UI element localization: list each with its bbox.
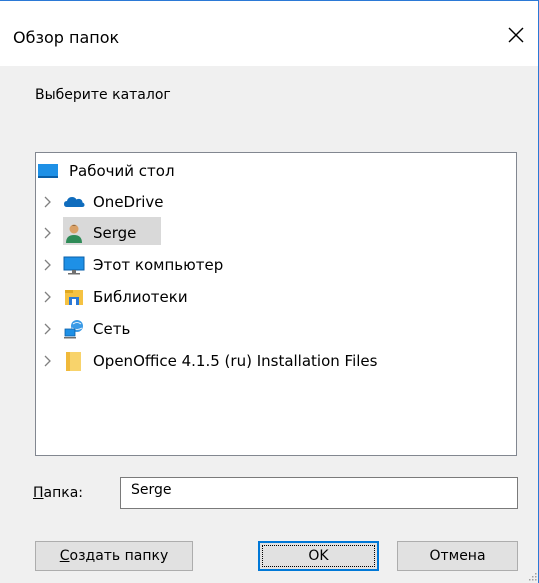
instruction-text: Выберите каталог xyxy=(35,87,171,103)
folder-tree[interactable]: Рабочий стол OneDrive Serge Этот компьют… xyxy=(35,152,517,456)
focus-rect xyxy=(262,545,375,567)
ok-button[interactable]: OK xyxy=(258,541,379,571)
user-icon xyxy=(66,224,82,243)
network-icon xyxy=(64,320,83,339)
tree-item-label: Рабочий стол xyxy=(69,162,175,180)
tree-item-label: Библиотеки xyxy=(93,288,188,306)
title-bar[interactable]: Обзор папок xyxy=(0,0,539,66)
chevron-right-icon[interactable] xyxy=(43,354,53,368)
tree-item-network[interactable]: Сеть xyxy=(43,315,132,343)
tree-item-openoffice-folder[interactable]: OpenOffice 4.1.5 (ru) Installation Files xyxy=(43,347,379,375)
desktop-icon xyxy=(38,164,58,178)
tree-item-label: OneDrive xyxy=(93,193,164,211)
tree-item-onedrive[interactable]: OneDrive xyxy=(43,188,166,216)
create-folder-accesskey: С xyxy=(59,548,70,564)
chevron-right-icon[interactable] xyxy=(43,195,53,209)
chevron-right-icon[interactable] xyxy=(43,290,53,304)
onedrive-cloud-icon xyxy=(64,197,85,207)
create-folder-button[interactable]: Создать папку xyxy=(35,541,193,571)
folder-field-label: Папка: xyxy=(33,485,83,501)
chevron-right-icon[interactable] xyxy=(43,322,53,336)
folder-label-accesskey: П xyxy=(33,485,44,501)
chevron-right-icon[interactable] xyxy=(43,258,53,272)
libraries-icon xyxy=(65,290,83,305)
tree-item-libraries[interactable]: Библиотеки xyxy=(43,283,190,311)
computer-icon xyxy=(63,256,85,275)
tree-item-this-pc[interactable]: Этот компьютер xyxy=(43,251,225,279)
tree-item-label: Serge xyxy=(93,224,137,242)
chevron-right-icon[interactable] xyxy=(43,226,53,240)
tree-item-label: Сеть xyxy=(93,320,131,338)
folder-input[interactable] xyxy=(120,477,518,509)
cancel-button-label: Отмена xyxy=(429,548,486,564)
create-folder-label: оздать папку xyxy=(69,548,169,564)
tree-item-desktop[interactable]: Рабочий стол xyxy=(37,157,177,185)
tree-item-label: Этот компьютер xyxy=(93,256,224,274)
tree-item-label: OpenOffice 4.1.5 (ru) Installation Files xyxy=(93,352,378,370)
window-border-top xyxy=(0,0,539,1)
close-icon[interactable] xyxy=(505,24,527,46)
resize-grip-icon[interactable] xyxy=(527,571,537,581)
browse-folder-dialog: Обзор папок Выберите каталог Рабочий сто… xyxy=(0,0,539,583)
window-title: Обзор папок xyxy=(13,28,120,47)
folder-label-text: апка: xyxy=(43,485,84,501)
folder-icon xyxy=(66,352,81,371)
cancel-button[interactable]: Отмена xyxy=(397,541,518,571)
tree-item-serge[interactable]: Serge xyxy=(43,219,138,247)
